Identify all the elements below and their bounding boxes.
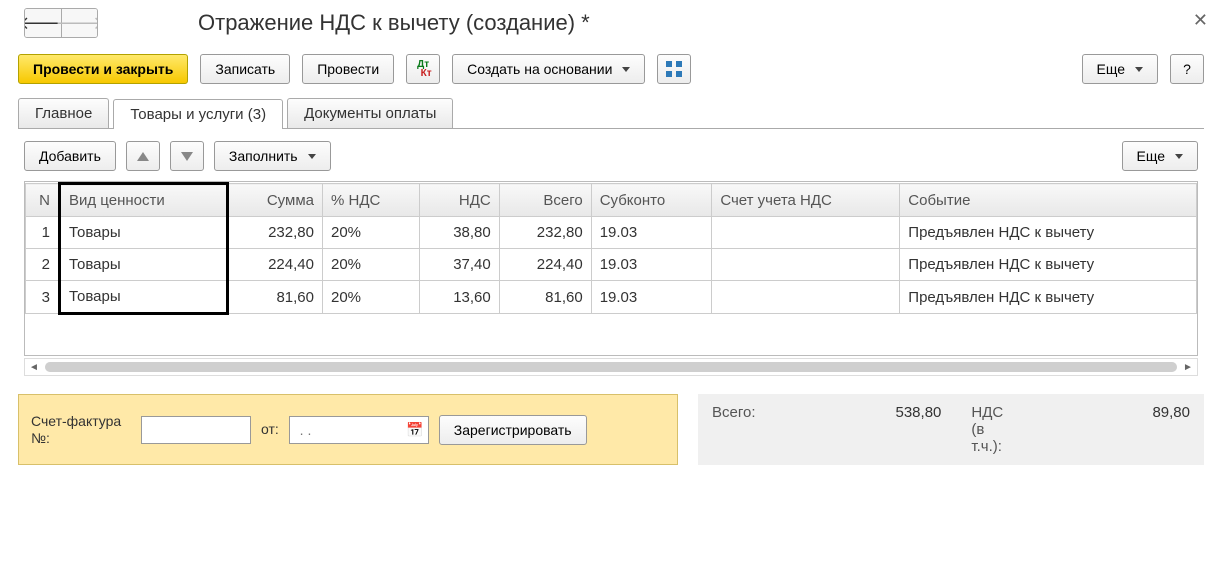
cell-n[interactable]: 1 (26, 217, 60, 249)
dtkt-icon: ДтКт (415, 60, 432, 78)
move-up-button[interactable] (126, 141, 160, 171)
cell-vat-account[interactable] (712, 217, 900, 249)
cell-vat[interactable]: 37,40 (419, 249, 499, 281)
cell-type[interactable]: Товары (60, 249, 228, 281)
structure-icon (666, 61, 682, 77)
cell-vat[interactable]: 13,60 (419, 281, 499, 314)
invoice-date-from-label: от: (261, 421, 279, 437)
add-row-button[interactable]: Добавить (24, 141, 116, 171)
vat-incl-label: НДС (в т.ч.): (971, 404, 1011, 455)
cell-type[interactable]: Товары (60, 281, 228, 314)
post-and-close-button[interactable]: Провести и закрыть (18, 54, 188, 84)
close-icon[interactable]: ✕ (1193, 10, 1208, 31)
cell-total[interactable]: 81,60 (499, 281, 591, 314)
chevron-down-icon (622, 67, 630, 72)
table-row[interactable]: 2Товары224,4020%37,40224,4019.03Предъявл… (26, 249, 1197, 281)
table-row[interactable]: 3Товары81,6020%13,6081,6019.03Предъявлен… (26, 281, 1197, 314)
more-label: Еще (1097, 61, 1126, 77)
cell-n[interactable]: 3 (26, 281, 60, 314)
structure-button[interactable] (657, 54, 691, 84)
calendar-icon[interactable]: 📅 (406, 421, 423, 438)
goods-table[interactable]: N Вид ценности Сумма % НДС НДС Всего Суб… (24, 181, 1198, 356)
more-button[interactable]: Еще (1082, 54, 1159, 84)
create-based-label: Создать на основании (467, 61, 612, 77)
help-button[interactable]: ? (1170, 54, 1204, 84)
col-vat-account[interactable]: Счет учета НДС (712, 184, 900, 217)
cell-event[interactable]: Предъявлен НДС к вычету (900, 217, 1197, 249)
col-type[interactable]: Вид ценности (60, 184, 228, 217)
cell-event[interactable]: Предъявлен НДС к вычету (900, 249, 1197, 281)
page-title: Отражение НДС к вычету (создание) * (198, 10, 590, 36)
cell-vat-account[interactable] (712, 249, 900, 281)
cell-sum[interactable]: 81,60 (227, 281, 322, 314)
chevron-down-icon (1175, 154, 1183, 159)
table-header-row: N Вид ценности Сумма % НДС НДС Всего Суб… (26, 184, 1197, 217)
cell-total[interactable]: 224,40 (499, 249, 591, 281)
cell-vat-account[interactable] (712, 281, 900, 314)
arrow-down-icon (181, 152, 193, 161)
col-subkonto[interactable]: Субконто (591, 184, 712, 217)
horizontal-scrollbar[interactable]: ◄ ► (24, 358, 1198, 376)
cell-subkonto[interactable]: 19.03 (591, 217, 712, 249)
tab-payments[interactable]: Документы оплаты (287, 98, 453, 128)
cell-sum[interactable]: 224,40 (227, 249, 322, 281)
invoice-number-label: Счет-фактура №: (31, 413, 131, 445)
cell-subkonto[interactable]: 19.03 (591, 281, 712, 314)
create-based-on-button[interactable]: Создать на основании (452, 54, 645, 84)
vat-incl-value: 89,80 (1152, 404, 1190, 421)
total-label: Всего: (712, 404, 756, 421)
cell-event[interactable]: Предъявлен НДС к вычету (900, 281, 1197, 314)
tab-goods[interactable]: Товары и услуги (3) (113, 99, 283, 129)
register-invoice-button[interactable]: Зарегистрировать (439, 415, 587, 445)
chevron-down-icon (308, 154, 316, 159)
chevron-down-icon (1135, 67, 1143, 72)
table-row[interactable]: 1Товары232,8020%38,80232,8019.03Предъявл… (26, 217, 1197, 249)
table-empty-area (25, 315, 1197, 355)
tab-main[interactable]: Главное (18, 98, 109, 128)
totals-panel: Всего: 538,80 НДС (в т.ч.): 89,80 (698, 394, 1204, 465)
fill-label: Заполнить (229, 148, 298, 164)
move-down-button[interactable] (170, 141, 204, 171)
cell-subkonto[interactable]: 19.03 (591, 249, 712, 281)
cell-vat[interactable]: 38,80 (419, 217, 499, 249)
scroll-left-icon[interactable]: ◄ (25, 359, 43, 375)
cell-type[interactable]: Товары (60, 217, 228, 249)
post-button[interactable]: Провести (302, 54, 394, 84)
col-total[interactable]: Всего (499, 184, 591, 217)
invoice-register-panel: Счет-фактура №: от: 📅 Зарегистрировать (18, 394, 678, 465)
nav-forward-button[interactable]: 🡒 (61, 9, 97, 37)
dtkt-button[interactable]: ДтКт (406, 54, 440, 84)
cell-vat-pct[interactable]: 20% (322, 281, 419, 314)
cell-sum[interactable]: 232,80 (227, 217, 322, 249)
cell-vat-pct[interactable]: 20% (322, 249, 419, 281)
arrow-up-icon (137, 152, 149, 161)
col-n[interactable]: N (26, 184, 60, 217)
cell-n[interactable]: 2 (26, 249, 60, 281)
fill-button[interactable]: Заполнить (214, 141, 331, 171)
col-vat-pct[interactable]: % НДС (322, 184, 419, 217)
save-button[interactable]: Записать (200, 54, 290, 84)
col-sum[interactable]: Сумма (227, 184, 322, 217)
table-more-button[interactable]: Еще (1122, 141, 1199, 171)
cell-total[interactable]: 232,80 (499, 217, 591, 249)
total-value: 538,80 (896, 404, 942, 421)
table-more-label: Еще (1137, 148, 1166, 164)
col-event[interactable]: Событие (900, 184, 1197, 217)
scroll-right-icon[interactable]: ► (1179, 359, 1197, 375)
col-vat[interactable]: НДС (419, 184, 499, 217)
cell-vat-pct[interactable]: 20% (322, 217, 419, 249)
invoice-number-input[interactable] (141, 416, 251, 444)
